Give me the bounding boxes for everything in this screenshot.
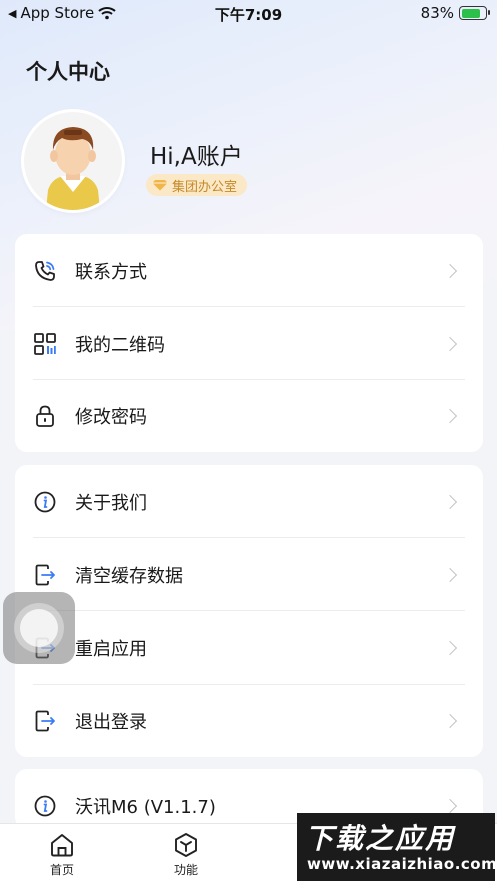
tab-label: 首页 (49, 863, 74, 877)
lock-icon (32, 403, 58, 429)
info-icon (32, 793, 58, 819)
role-badge: 集团办公室 (146, 174, 248, 196)
menu-label: 修改密码 (75, 406, 147, 428)
menu-item-qrcode[interactable]: 我的二维码 (15, 307, 483, 380)
user-avatar-icon (24, 112, 122, 210)
status-bar: ◀ App Store 下午7:09 83% (0, 0, 497, 26)
menu-item-contact[interactable]: 联系方式 (15, 234, 483, 307)
tab-label: 功能 (173, 863, 198, 877)
menu-label: 沃讯M6 (V1.1.7) (75, 797, 216, 818)
menu-card-app: 关于我们 清空缓存数据 重启应用 退出登录 (15, 465, 483, 757)
chevron-right-icon (442, 408, 458, 423)
chevron-right-icon (442, 798, 458, 814)
menu-card-account: 联系方式 我的二维码 修改密码 (15, 234, 483, 452)
role-label: 集团办公室 (172, 179, 238, 195)
assistive-touch-dot (20, 609, 58, 647)
assistive-touch-button[interactable] (3, 592, 75, 664)
menu-item-restart-app[interactable]: 重启应用 (15, 611, 483, 684)
chevron-right-icon (442, 263, 458, 278)
chevron-right-icon (442, 336, 458, 351)
battery-icon (459, 6, 490, 20)
status-right: 83% (420, 4, 490, 22)
chevron-right-icon (442, 567, 458, 582)
menu-label: 我的二维码 (75, 334, 165, 356)
menu-label: 联系方式 (75, 261, 147, 283)
assistive-touch-ring (14, 603, 64, 653)
menu-item-logout[interactable]: 退出登录 (15, 684, 483, 757)
watermark-url: www.xiazaizhiao.com (307, 855, 497, 873)
home-icon (22, 832, 102, 858)
menu-item-clear-cache[interactable]: 清空缓存数据 (15, 538, 483, 611)
menu-label: 重启应用 (75, 638, 147, 660)
menu-label: 清空缓存数据 (75, 565, 183, 587)
chevron-right-icon (442, 713, 458, 728)
menu-item-change-password[interactable]: 修改密码 (15, 379, 483, 452)
cube-icon (146, 832, 226, 858)
avatar[interactable] (24, 112, 122, 210)
chevron-right-icon (442, 494, 458, 509)
qrcode-icon (32, 331, 58, 357)
watermark-logo: 下载之应用 www.xiazaizhiao.com (297, 813, 497, 881)
phone-icon (32, 258, 58, 284)
tab-home[interactable]: 首页 (22, 832, 102, 878)
tab-functions[interactable]: 功能 (146, 832, 226, 878)
chevron-right-icon (442, 640, 458, 655)
watermark-title: 下载之应用 (305, 822, 456, 855)
menu-label: 退出登录 (75, 711, 147, 733)
diamond-icon (152, 180, 168, 191)
info-icon (32, 489, 58, 515)
menu-label: 关于我们 (75, 492, 147, 514)
battery-percent: 83% (420, 4, 454, 22)
menu-item-about[interactable]: 关于我们 (15, 465, 483, 538)
exit-icon (32, 562, 58, 588)
exit-icon (32, 708, 58, 734)
page-title: 个人中心 (26, 60, 110, 84)
greeting-text: Hi,A账户 (150, 144, 243, 170)
